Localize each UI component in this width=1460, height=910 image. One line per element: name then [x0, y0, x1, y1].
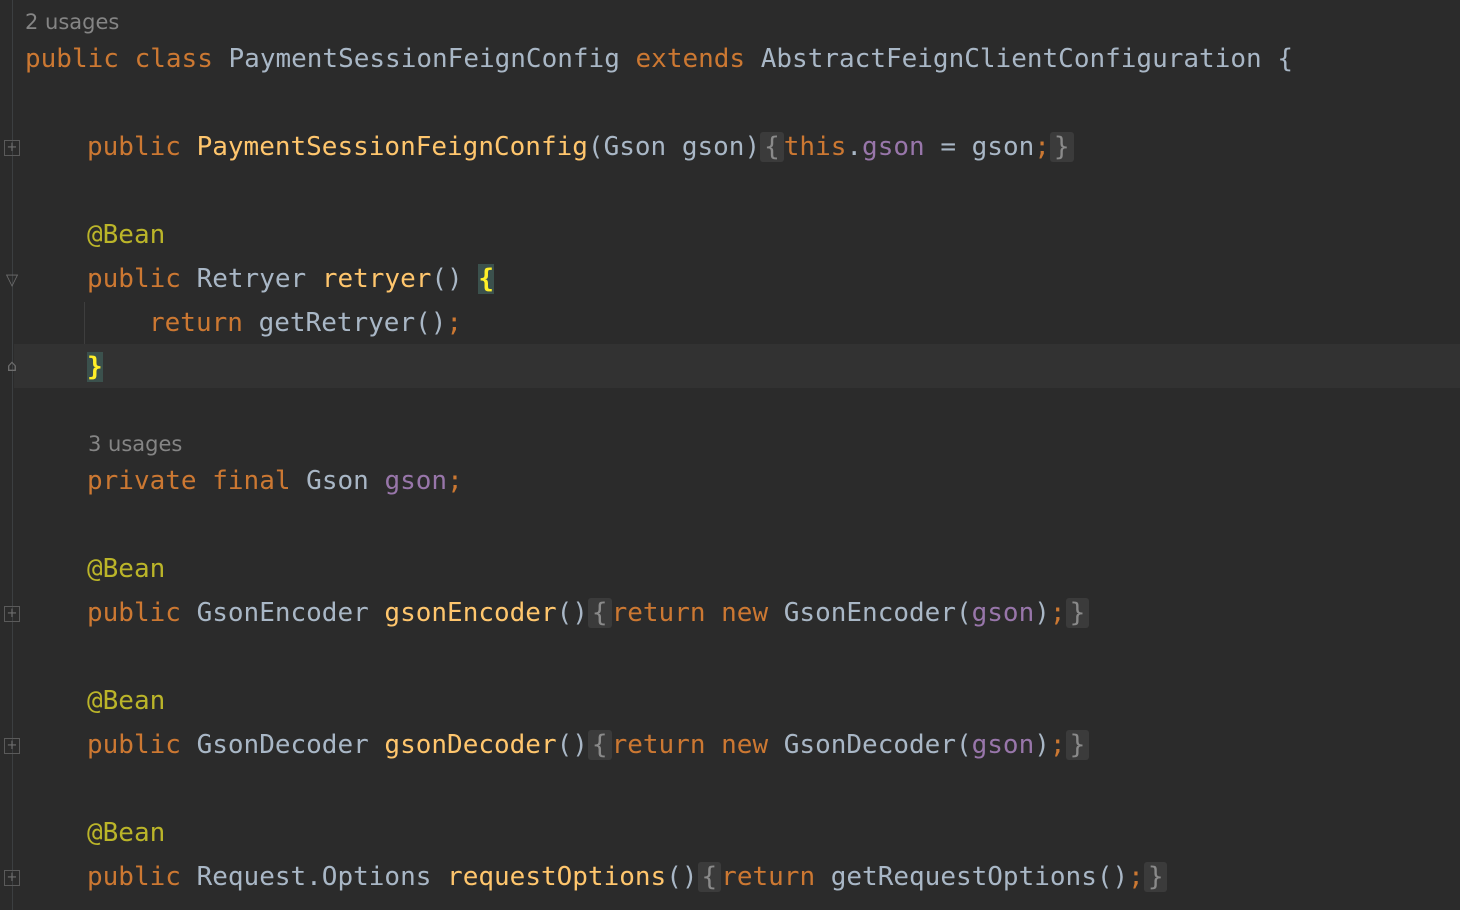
return-type[interactable]: GsonDecoder — [197, 730, 369, 760]
code-editor[interactable]: + ▽ ⌂ + + + 2 usages public class Paymen… — [0, 0, 1460, 910]
gutter-border — [12, 0, 13, 910]
class-declaration: public class PaymentSessionFeignConfig e… — [25, 42, 1293, 76]
keyword-public: public — [87, 730, 181, 760]
method-name-request-options[interactable]: requestOptions — [447, 862, 666, 892]
constructor-line: public PaymentSessionFeignConfig(Gson gs… — [87, 130, 1074, 164]
method-call[interactable]: getRetryer() — [259, 308, 447, 338]
method-parens: () — [666, 862, 698, 892]
semicolon: ; — [1034, 132, 1050, 162]
constructor-call[interactable]: GsonDecoder( — [784, 730, 972, 760]
field-usages-hint[interactable]: 3 usages — [88, 431, 182, 457]
keyword-public: public — [25, 44, 119, 74]
constructor-params: (Gson gson) — [587, 132, 761, 162]
fold-expand-icon[interactable]: + — [4, 738, 20, 754]
keyword-this: this — [783, 132, 847, 162]
semicolon: ; — [1128, 862, 1144, 892]
class-open-brace: { — [1277, 44, 1293, 74]
field-ref-gson[interactable]: gson — [972, 730, 1035, 760]
indent-guide — [84, 302, 85, 344]
retryer-method-line: public Retryer retryer() { — [87, 262, 495, 296]
keyword-new: new — [721, 730, 769, 760]
method-call[interactable]: getRequestOptions() — [831, 862, 1128, 892]
constructor-name[interactable]: PaymentSessionFeignConfig — [197, 132, 588, 162]
folded-region-open[interactable]: { — [697, 862, 722, 892]
matched-close-brace: } — [87, 352, 103, 382]
field-ref-gson[interactable]: gson — [862, 132, 925, 162]
class-usages-hint[interactable]: 2 usages — [25, 9, 119, 35]
close-paren: ) — [1034, 730, 1050, 760]
semicolon: ; — [446, 308, 463, 338]
method-name-gson-decoder[interactable]: gsonDecoder — [384, 730, 556, 760]
matched-open-brace: { — [478, 264, 495, 294]
return-type[interactable]: Retryer — [197, 264, 307, 294]
folded-region-open[interactable]: { — [587, 598, 612, 628]
semicolon: ; — [447, 466, 463, 496]
constructor-call[interactable]: GsonEncoder( — [784, 598, 972, 628]
field-type[interactable]: Gson — [306, 466, 369, 496]
method-parens: () — [556, 730, 588, 760]
method-name-gson-encoder[interactable]: gsonEncoder — [384, 598, 556, 628]
method-parens: () — [431, 264, 463, 294]
keyword-final: final — [212, 466, 291, 496]
fold-end-icon[interactable]: ⌂ — [4, 358, 20, 374]
folded-region-close[interactable]: } — [1065, 598, 1090, 628]
method-name-retryer[interactable]: retryer — [322, 264, 432, 294]
decoder-method-line: public GsonDecoder gsonDecoder(){return … — [87, 728, 1090, 762]
folded-region-open[interactable]: { — [760, 132, 784, 162]
assignment: = gson — [924, 132, 1035, 162]
folded-region-close[interactable]: } — [1143, 862, 1168, 892]
keyword-return: return — [611, 598, 706, 628]
folded-region-open[interactable]: { — [587, 730, 612, 760]
keyword-new: new — [721, 598, 769, 628]
current-line-highlight — [14, 344, 1460, 388]
encoder-method-line: public GsonEncoder gsonEncoder(){return … — [87, 596, 1090, 630]
semicolon: ; — [1049, 598, 1066, 628]
class-name[interactable]: PaymentSessionFeignConfig — [229, 44, 620, 74]
keyword-public: public — [87, 862, 181, 892]
keyword-class: class — [134, 44, 213, 74]
return-type[interactable]: Request.Options — [197, 862, 432, 892]
bean-annotation[interactable]: @Bean — [87, 552, 165, 586]
options-method-line: public Request.Options requestOptions(){… — [87, 860, 1168, 894]
fold-expand-icon[interactable]: + — [4, 140, 20, 156]
method-parens: () — [556, 598, 588, 628]
parent-class-name[interactable]: AbstractFeignClientConfiguration — [761, 44, 1262, 74]
keyword-public: public — [87, 598, 181, 628]
fold-expand-icon[interactable]: + — [4, 606, 20, 622]
field-ref-gson[interactable]: gson — [972, 598, 1035, 628]
keyword-extends: extends — [635, 44, 746, 74]
keyword-return: return — [611, 730, 706, 760]
folded-region-close[interactable]: } — [1049, 132, 1074, 162]
folded-region-close[interactable]: } — [1065, 730, 1090, 760]
bean-annotation[interactable]: @Bean — [87, 684, 165, 718]
dot: . — [846, 132, 863, 162]
keyword-return: return — [721, 862, 816, 892]
keyword-public: public — [87, 264, 181, 294]
fold-collapse-icon[interactable]: ▽ — [4, 272, 20, 288]
bean-annotation[interactable]: @Bean — [87, 816, 165, 850]
retryer-body-line: return getRetryer(); — [149, 306, 462, 340]
keyword-public: public — [87, 132, 181, 162]
fold-expand-icon[interactable]: + — [4, 870, 20, 886]
return-type[interactable]: GsonEncoder — [197, 598, 369, 628]
keyword-return: return — [149, 308, 243, 338]
bean-annotation[interactable]: @Bean — [87, 218, 165, 252]
field-name[interactable]: gson — [384, 466, 447, 496]
close-paren: ) — [1034, 598, 1050, 628]
retryer-close-line: } — [87, 350, 103, 384]
field-declaration: private final Gson gson; — [87, 464, 463, 498]
keyword-private: private — [87, 466, 197, 496]
semicolon: ; — [1049, 730, 1066, 760]
